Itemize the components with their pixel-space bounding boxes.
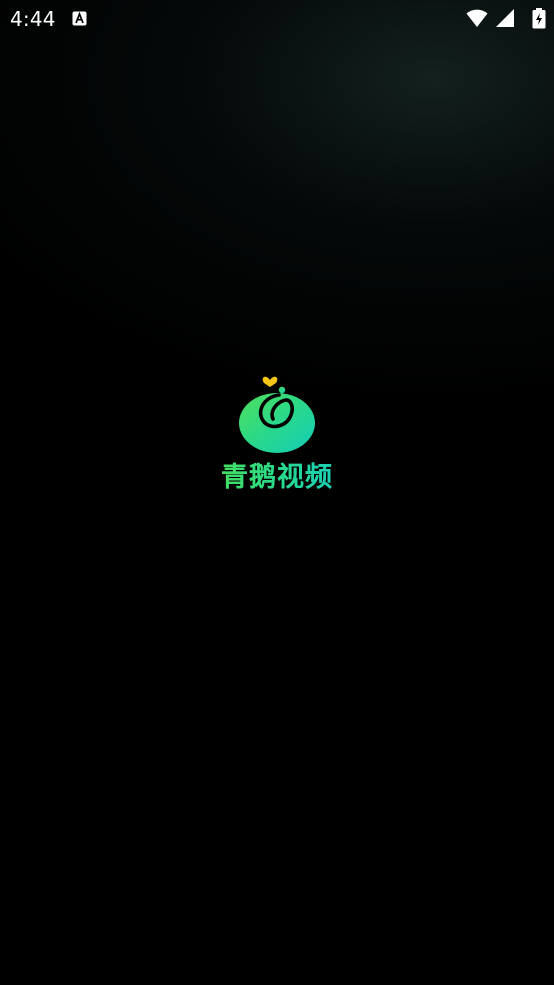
cell-signal-icon	[496, 9, 514, 27]
battery-charging-icon	[532, 8, 546, 29]
status-bar: 4:44	[0, 0, 554, 38]
app-name: 青鹅视频	[0, 460, 554, 496]
accessibility-a-icon	[72, 11, 87, 26]
app-name-text: 青鹅视频	[221, 460, 333, 496]
wifi-icon	[466, 9, 488, 27]
splash-screen: 4:44 青鹅视频	[0, 0, 554, 985]
goose-logo-icon	[239, 376, 315, 453]
status-time: 4:44	[10, 7, 56, 31]
